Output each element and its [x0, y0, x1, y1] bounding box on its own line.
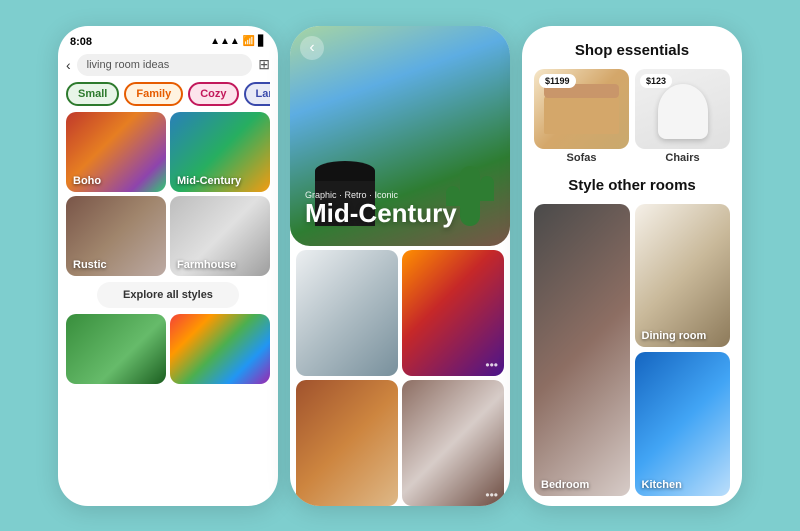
hero-text: Graphic · Retro · Iconic Mid-Century: [305, 190, 457, 226]
shop-section-title: Shop essentials: [534, 42, 730, 59]
more-dots-icon-2: •••: [485, 488, 498, 502]
photo-item-3[interactable]: [296, 380, 398, 506]
bedroom-label: Bedroom: [541, 479, 589, 491]
sofa-price: $1199: [539, 74, 576, 88]
rooms-grid: Bedroom Dining room Kitchen: [534, 204, 730, 496]
battery-icon: ▋: [258, 36, 266, 47]
time: 8:08: [70, 36, 92, 48]
hero-back-button[interactable]: ‹: [300, 36, 324, 60]
chair-price: $123: [640, 74, 672, 88]
shop-grid: $1199 Sofas $123 Chairs: [534, 69, 730, 167]
room-item-kitchen[interactable]: Kitchen: [635, 352, 731, 496]
style-item-boho[interactable]: Boho: [66, 112, 166, 192]
filter-icon[interactable]: ⊞: [258, 56, 270, 73]
style-item-rustic[interactable]: Rustic: [66, 196, 166, 276]
chip-cozy[interactable]: Cozy: [188, 82, 238, 106]
wifi-icon: 📶: [243, 36, 255, 47]
style-item-farmhouse[interactable]: Farmhouse: [170, 196, 270, 276]
phone-3: Shop essentials $1199 Sofas: [522, 26, 742, 506]
sofa-shape: [544, 94, 619, 134]
chair-white-shape: [658, 84, 708, 139]
sofa-label: Sofas: [534, 149, 629, 167]
chip-small[interactable]: Small: [66, 82, 119, 106]
hero-card: ‹ Graphic · Retro · Iconic Mid-Century: [290, 26, 510, 246]
phone-1: 8:08 ▲▲▲ 📶 ▋ ‹ living room ideas ⊞ Small…: [58, 26, 278, 506]
filter-chips: Small Family Cozy Large Lay…: [66, 82, 270, 106]
back-button[interactable]: ‹: [66, 57, 71, 73]
hero-title: Mid-Century: [305, 200, 457, 226]
chip-large[interactable]: Large: [244, 82, 271, 106]
photo-item-1[interactable]: [296, 250, 398, 376]
dining-label: Dining room: [642, 330, 707, 342]
room-item-dining[interactable]: Dining room: [635, 204, 731, 348]
bottom-item-green[interactable]: [66, 314, 166, 384]
photo-item-2[interactable]: •••: [402, 250, 504, 376]
bottom-grid: [66, 314, 270, 498]
photo-item-4[interactable]: •••: [402, 380, 504, 506]
chair-label: Chairs: [635, 149, 730, 167]
shop-item-sofa[interactable]: $1199 Sofas: [534, 69, 629, 167]
style-item-midcentury[interactable]: Mid-Century: [170, 112, 270, 192]
status-bar: 8:08 ▲▲▲ 📶 ▋: [66, 36, 270, 48]
shop-item-chair[interactable]: $123 Chairs: [635, 69, 730, 167]
status-icons: ▲▲▲ 📶 ▋: [210, 36, 266, 47]
photo-grid: ••• •••: [290, 250, 510, 506]
cactus-decoration: [460, 166, 480, 226]
room-item-bedroom[interactable]: Bedroom: [534, 204, 630, 496]
style-grid: Boho Mid-Century Rustic Farmhouse: [66, 112, 270, 276]
signal-icon: ▲▲▲: [210, 36, 240, 47]
search-input[interactable]: living room ideas: [77, 54, 253, 76]
bottom-item-colorful[interactable]: [170, 314, 270, 384]
style-rooms-title: Style other rooms: [534, 177, 730, 194]
chip-family[interactable]: Family: [124, 82, 183, 106]
phone-2: ‹ Graphic · Retro · Iconic Mid-Century •…: [290, 26, 510, 506]
explore-all-button[interactable]: Explore all styles: [97, 282, 240, 308]
more-dots-icon: •••: [485, 358, 498, 372]
kitchen-label: Kitchen: [642, 479, 682, 491]
search-bar: ‹ living room ideas ⊞: [66, 54, 270, 76]
